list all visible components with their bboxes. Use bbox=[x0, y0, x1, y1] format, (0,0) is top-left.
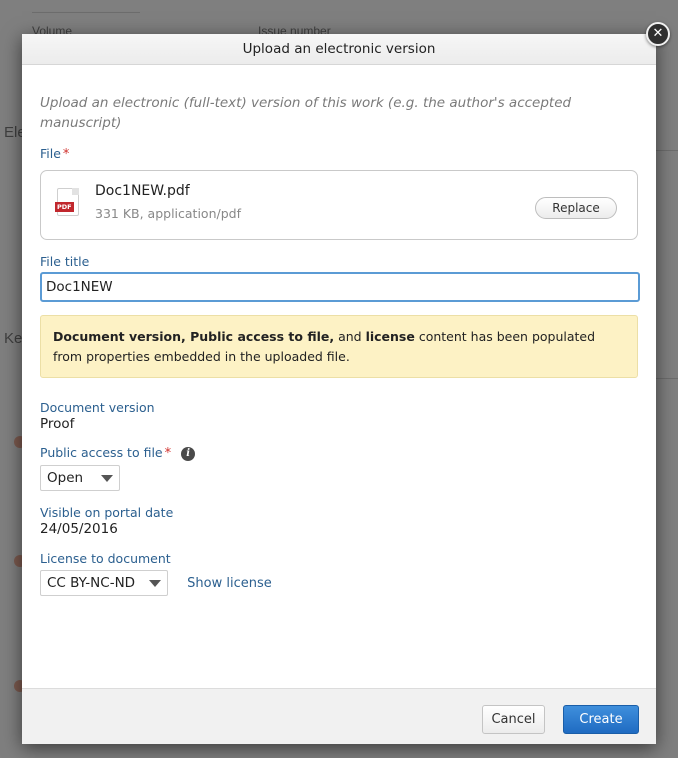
replace-file-button[interactable]: Replace bbox=[535, 197, 617, 219]
public-access-select[interactable]: Open bbox=[40, 465, 121, 491]
license-field: License to document CC BY-NC-ND Show lic… bbox=[40, 551, 638, 596]
chevron-down-icon bbox=[101, 474, 114, 482]
notice-text: and bbox=[334, 329, 366, 344]
file-meta: 331 KB, application/pdf bbox=[95, 206, 241, 221]
file-label: File * bbox=[40, 146, 638, 162]
close-icon: ✕ bbox=[652, 26, 664, 41]
file-title-label: File title bbox=[40, 254, 90, 269]
dialog-title: Upload an electronic version bbox=[22, 34, 656, 65]
info-icon[interactable]: i bbox=[181, 447, 196, 461]
pdf-file-icon: PDF bbox=[55, 188, 79, 216]
show-license-link[interactable]: Show license bbox=[187, 576, 272, 591]
document-version-label: Document version bbox=[40, 400, 155, 415]
cancel-button[interactable]: Cancel bbox=[482, 705, 545, 734]
file-title-input[interactable]: Doc1NEW bbox=[40, 272, 640, 302]
chevron-down-icon bbox=[149, 579, 162, 587]
background-divider bbox=[656, 150, 678, 151]
visible-date-field: Visible on portal date 24/05/2016 bbox=[40, 505, 638, 537]
dialog-intro: Upload an electronic (full-text) version… bbox=[40, 95, 572, 131]
uploaded-file-card: PDF Doc1NEW.pdf 331 KB, application/pdf … bbox=[40, 170, 638, 240]
license-select[interactable]: CC BY-NC-ND bbox=[40, 570, 169, 596]
public-access-value: Open bbox=[47, 470, 84, 486]
close-dialog-button[interactable]: ✕ bbox=[646, 22, 670, 46]
required-marker: * bbox=[164, 446, 172, 461]
public-access-label-text: Public access to file bbox=[40, 445, 163, 460]
pdf-tag: PDF bbox=[55, 202, 74, 212]
required-marker: * bbox=[62, 147, 70, 162]
dialog-body: Upload an electronic (full-text) version… bbox=[22, 93, 656, 596]
dialog-footer: Cancel Create bbox=[22, 688, 656, 744]
notice-bold-license: license bbox=[365, 329, 415, 344]
notice-bold-fields: Document version, Public access to file, bbox=[53, 329, 335, 344]
document-version-field: Document version Proof bbox=[40, 400, 638, 432]
background-divider bbox=[656, 378, 678, 379]
public-access-field: Public access to file * i Open bbox=[40, 445, 638, 491]
background-divider bbox=[32, 12, 140, 13]
license-label: License to document bbox=[40, 551, 171, 566]
public-access-label: Public access to file * i bbox=[40, 445, 638, 461]
file-name: Doc1NEW.pdf bbox=[95, 183, 190, 199]
file-label-text: File bbox=[40, 146, 61, 161]
visible-date-label: Visible on portal date bbox=[40, 505, 174, 520]
document-version-value: Proof bbox=[40, 416, 75, 432]
background-section-fragment: Ke bbox=[4, 330, 23, 347]
license-value: CC BY-NC-ND bbox=[47, 575, 136, 591]
upload-dialog: Upload an electronic version Upload an e… bbox=[22, 34, 656, 744]
populated-notice: Document version, Public access to file,… bbox=[40, 315, 638, 378]
visible-date-value: 24/05/2016 bbox=[40, 521, 118, 537]
create-button[interactable]: Create bbox=[563, 705, 639, 734]
